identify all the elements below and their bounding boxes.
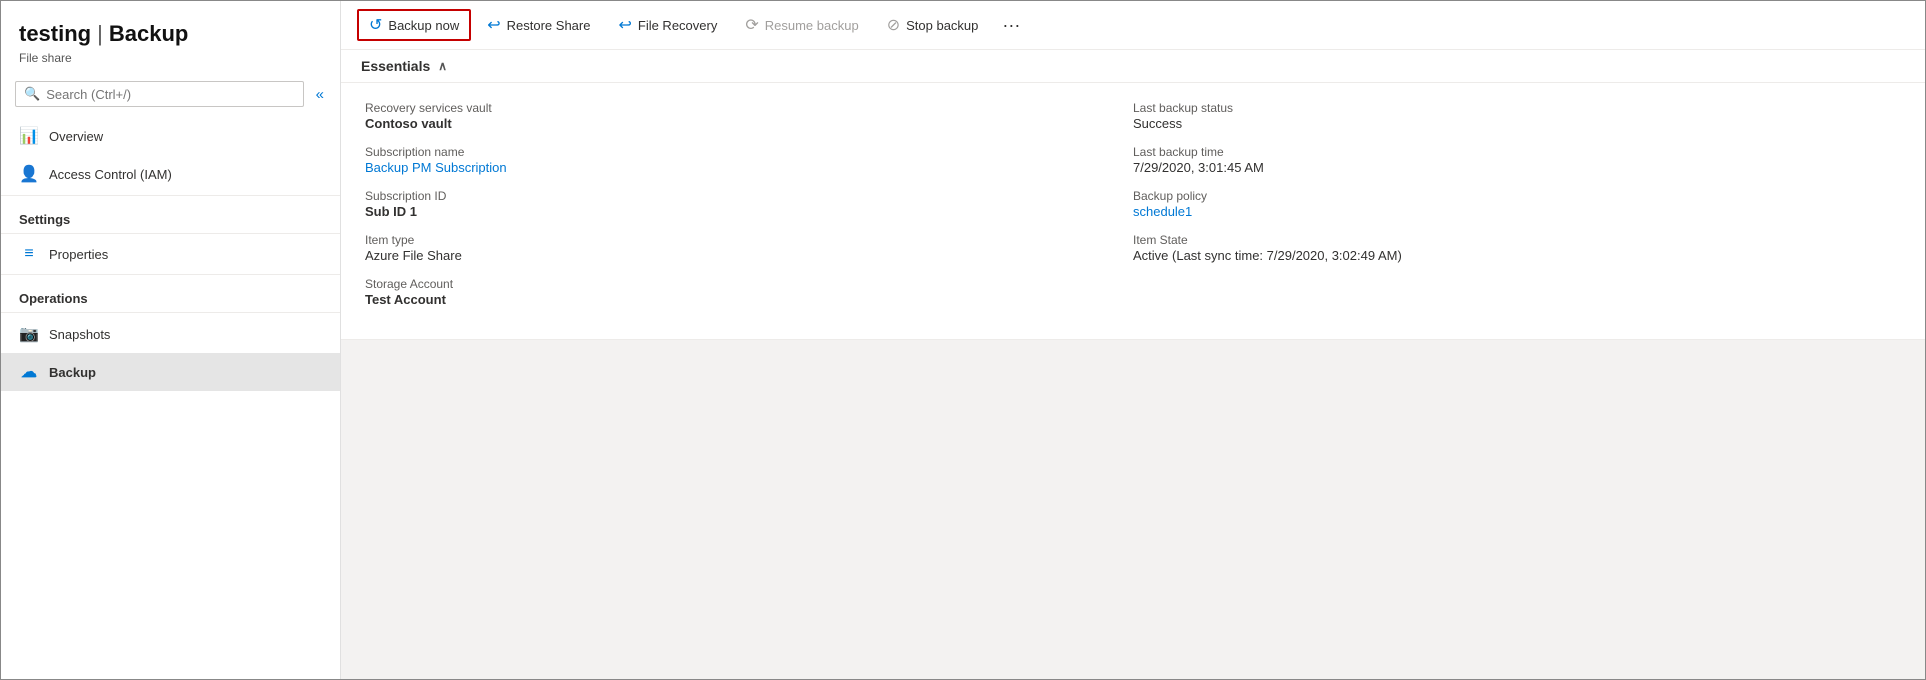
essentials-item-subscription-name: Subscription name Backup PM Subscription [365, 145, 1133, 175]
backup-icon: ☁ [19, 362, 39, 382]
page-title: testing|Backup [1, 11, 340, 49]
resource-name: testing [19, 21, 91, 46]
essentials-item-last-backup-status: Last backup status Success [1133, 101, 1901, 131]
essentials-label: Essentials [361, 58, 430, 74]
restore-share-button[interactable]: ↩ Restore Share [475, 9, 602, 41]
snapshots-icon: 📷 [19, 324, 39, 344]
nav-divider-settings [1, 195, 340, 196]
essentials-item-vault: Recovery services vault Contoso vault [365, 101, 1133, 131]
restore-share-label: Restore Share [507, 18, 591, 33]
essentials-item-last-backup-time: Last backup time 7/29/2020, 3:01:45 AM [1133, 145, 1901, 175]
stop-backup-icon: ⊘ [887, 15, 900, 35]
subscription-name-value[interactable]: Backup PM Subscription [365, 160, 1133, 175]
storage-account-label: Storage Account [365, 277, 1133, 291]
backup-now-icon: ↺ [369, 15, 382, 35]
collapse-button[interactable]: « [310, 82, 330, 107]
nav-divider-operations-bottom [1, 312, 340, 313]
properties-icon: ≡ [19, 245, 39, 263]
essentials-left-col: Recovery services vault Contoso vault Su… [365, 101, 1133, 321]
sidebar-item-label: Snapshots [49, 327, 110, 342]
resource-type: File share [1, 51, 340, 65]
sidebar: testing|Backup File share 🔍 « 📊 Overview… [1, 1, 341, 679]
last-backup-status-label: Last backup status [1133, 101, 1901, 115]
essentials-bar: Essentials ∧ [341, 50, 1925, 83]
resume-backup-icon: ⟳ [745, 15, 758, 35]
backup-now-label: Backup now [388, 18, 459, 33]
sidebar-item-backup[interactable]: ☁ Backup [1, 353, 340, 391]
essentials-grid: Recovery services vault Contoso vault Su… [341, 83, 1925, 339]
sidebar-item-properties[interactable]: ≡ Properties [1, 236, 340, 272]
file-recovery-button[interactable]: ↩ File Recovery [606, 9, 729, 41]
essentials-item-storage-account: Storage Account Test Account [365, 277, 1133, 307]
subscription-id-label: Subscription ID [365, 189, 1133, 203]
item-type-value: Azure File Share [365, 248, 1133, 263]
file-recovery-label: File Recovery [638, 18, 717, 33]
access-control-icon: 👤 [19, 164, 39, 184]
title-separator: | [97, 21, 103, 46]
resume-backup-button[interactable]: ⟳ Resume backup [733, 9, 870, 41]
essentials-chevron[interactable]: ∧ [438, 59, 447, 73]
essentials-item-item-type: Item type Azure File Share [365, 233, 1133, 263]
subscription-name-label: Subscription name [365, 145, 1133, 159]
essentials-item-backup-policy: Backup policy schedule1 [1133, 189, 1901, 219]
search-box[interactable]: 🔍 [15, 81, 304, 107]
storage-account-value: Test Account [365, 292, 1133, 307]
settings-section-label: Settings [1, 198, 340, 231]
bottom-bar [341, 339, 1925, 679]
toolbar: ↺ Backup now ↩ Restore Share ↩ File Reco… [341, 1, 1925, 50]
sidebar-item-snapshots[interactable]: 📷 Snapshots [1, 315, 340, 353]
essentials-item-item-state: Item State Active (Last sync time: 7/29/… [1133, 233, 1901, 263]
backup-policy-label: Backup policy [1133, 189, 1901, 203]
sidebar-item-overview[interactable]: 📊 Overview [1, 117, 340, 155]
item-state-label: Item State [1133, 233, 1901, 247]
nav-divider-settings-bottom [1, 233, 340, 234]
nav-divider-operations [1, 274, 340, 275]
stop-backup-button[interactable]: ⊘ Stop backup [875, 9, 991, 41]
essentials-item-subscription-id: Subscription ID Sub ID 1 [365, 189, 1133, 219]
stop-backup-label: Stop backup [906, 18, 978, 33]
last-backup-time-value: 7/29/2020, 3:01:45 AM [1133, 160, 1901, 175]
item-state-value: Active (Last sync time: 7/29/2020, 3:02:… [1133, 248, 1901, 263]
more-button[interactable]: ··· [994, 11, 1028, 40]
last-backup-status-value: Success [1133, 116, 1901, 131]
item-type-label: Item type [365, 233, 1133, 247]
sidebar-nav: 📊 Overview 👤 Access Control (IAM) Settin… [1, 117, 340, 391]
backup-now-button[interactable]: ↺ Backup now [357, 9, 471, 41]
sidebar-item-label: Properties [49, 247, 108, 262]
subscription-id-value: Sub ID 1 [365, 204, 1133, 219]
overview-icon: 📊 [19, 126, 39, 146]
essentials-right-col: Last backup status Success Last backup t… [1133, 101, 1901, 321]
page-name: Backup [109, 21, 188, 46]
sidebar-item-label: Backup [49, 365, 96, 380]
vault-value: Contoso vault [365, 116, 1133, 131]
operations-section-label: Operations [1, 277, 340, 310]
last-backup-time-label: Last backup time [1133, 145, 1901, 159]
sidebar-item-label: Overview [49, 129, 103, 144]
vault-label: Recovery services vault [365, 101, 1133, 115]
sidebar-item-access-control[interactable]: 👤 Access Control (IAM) [1, 155, 340, 193]
search-input[interactable] [46, 87, 294, 102]
main-content: ↺ Backup now ↩ Restore Share ↩ File Reco… [341, 1, 1925, 679]
backup-policy-value[interactable]: schedule1 [1133, 204, 1901, 219]
search-row: 🔍 « [1, 75, 340, 113]
resume-backup-label: Resume backup [765, 18, 859, 33]
restore-share-icon: ↩ [487, 15, 500, 35]
file-recovery-icon: ↩ [618, 15, 631, 35]
search-icon: 🔍 [24, 86, 40, 102]
sidebar-item-label: Access Control (IAM) [49, 167, 172, 182]
